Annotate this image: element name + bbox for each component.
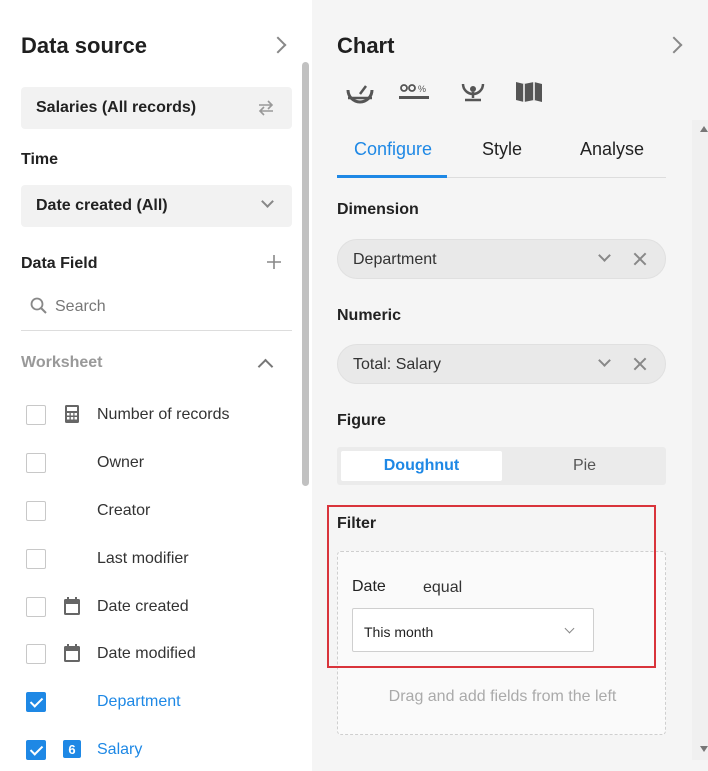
search-icon bbox=[30, 297, 47, 314]
data-source-selector[interactable]: Salaries (All records) bbox=[21, 87, 292, 129]
svg-text:6: 6 bbox=[68, 742, 75, 757]
search-input[interactable] bbox=[55, 296, 275, 318]
data-source-panel: Data source Salaries (All records) Time … bbox=[0, 0, 312, 771]
field-item[interactable]: Owner bbox=[26, 449, 286, 477]
field-label: Number of records bbox=[97, 406, 230, 423]
numeric-value: Total: Salary bbox=[353, 356, 442, 373]
number-icon: 6 bbox=[63, 740, 81, 758]
field-item[interactable]: Department bbox=[26, 688, 286, 716]
numeric-label: Numeric bbox=[337, 307, 402, 324]
left-scrollbar[interactable] bbox=[302, 62, 309, 486]
dimension-label: Dimension bbox=[337, 201, 419, 218]
collapse-worksheet-icon[interactable] bbox=[257, 358, 274, 375]
funnel-icon[interactable] bbox=[457, 80, 489, 106]
field-label: Date modified bbox=[97, 645, 196, 662]
dimension-value: Department bbox=[353, 251, 437, 268]
field-checkbox[interactable] bbox=[26, 549, 46, 569]
tab-style[interactable]: Style bbox=[482, 139, 522, 160]
worksheet-label: Worksheet bbox=[21, 354, 103, 371]
chevron-down-icon[interactable] bbox=[598, 354, 611, 367]
field-checkbox[interactable] bbox=[26, 501, 46, 521]
figure-option-pie[interactable]: Pie bbox=[507, 451, 662, 481]
right-scrollbar[interactable] bbox=[692, 120, 708, 760]
figure-label: Figure bbox=[337, 412, 386, 429]
chevron-down-icon[interactable] bbox=[598, 249, 611, 262]
field-item[interactable]: Date modified bbox=[26, 640, 286, 668]
clear-numeric-icon[interactable] bbox=[633, 357, 647, 371]
field-item[interactable]: Date created bbox=[26, 593, 286, 621]
field-label: Creator bbox=[97, 502, 151, 519]
field-item[interactable]: Creator bbox=[26, 497, 286, 525]
chart-title: Chart bbox=[337, 33, 395, 58]
chart-tabs: Configure Style Analyse bbox=[337, 130, 666, 178]
field-search bbox=[21, 287, 292, 331]
swap-icon[interactable] bbox=[256, 99, 276, 117]
time-label: Time bbox=[21, 151, 59, 168]
time-value: Date created (All) bbox=[36, 197, 168, 214]
field-checkbox-checked[interactable] bbox=[26, 692, 46, 712]
time-selector[interactable]: Date created (All) bbox=[21, 185, 292, 227]
svg-text:%: % bbox=[418, 84, 426, 94]
percent-bar-icon[interactable]: % bbox=[398, 80, 430, 106]
data-source-value: Salaries (All records) bbox=[36, 99, 197, 116]
map-icon[interactable] bbox=[513, 80, 545, 106]
field-item[interactable]: 6 Salary bbox=[26, 736, 286, 764]
figure-toggle: Doughnut Pie bbox=[337, 447, 666, 485]
scroll-down-arrow[interactable] bbox=[700, 746, 708, 752]
field-label: Salary bbox=[97, 741, 143, 758]
tab-configure[interactable]: Configure bbox=[354, 139, 432, 160]
scroll-up-arrow[interactable] bbox=[700, 126, 708, 132]
field-checkbox[interactable] bbox=[26, 597, 46, 617]
field-label: Last modifier bbox=[97, 550, 189, 567]
calculator-icon bbox=[65, 405, 79, 423]
chart-panel: Chart % Configure Style Analyse Dimensio… bbox=[312, 0, 708, 771]
chevron-down-icon bbox=[261, 195, 274, 208]
highlight-box bbox=[327, 505, 656, 668]
calendar-icon bbox=[64, 644, 80, 662]
collapse-data-source-icon[interactable] bbox=[269, 36, 287, 54]
calendar-icon bbox=[64, 597, 80, 615]
gauge-icon[interactable] bbox=[344, 80, 376, 106]
data-field-label: Data Field bbox=[21, 255, 98, 272]
field-checkbox[interactable] bbox=[26, 453, 46, 473]
numeric-selector[interactable]: Total: Salary bbox=[337, 344, 666, 384]
figure-option-doughnut[interactable]: Doughnut bbox=[341, 451, 502, 481]
active-tab-indicator bbox=[337, 175, 447, 178]
field-item[interactable]: Last modifier bbox=[26, 545, 286, 573]
field-label: Date created bbox=[97, 598, 189, 615]
collapse-chart-icon[interactable] bbox=[665, 36, 683, 54]
field-checkbox[interactable] bbox=[26, 644, 46, 664]
field-label: Owner bbox=[97, 454, 145, 471]
add-field-icon[interactable] bbox=[266, 254, 282, 270]
field-checkbox[interactable] bbox=[26, 405, 46, 425]
tab-analyse[interactable]: Analyse bbox=[580, 139, 644, 160]
filter-hint: Drag and add fields from the left bbox=[388, 688, 617, 705]
field-checkbox-checked[interactable] bbox=[26, 740, 46, 760]
field-label: Department bbox=[97, 693, 181, 710]
data-source-title: Data source bbox=[21, 33, 147, 58]
field-item[interactable]: Number of records bbox=[26, 401, 286, 429]
dimension-selector[interactable]: Department bbox=[337, 239, 666, 279]
clear-dimension-icon[interactable] bbox=[633, 252, 647, 266]
